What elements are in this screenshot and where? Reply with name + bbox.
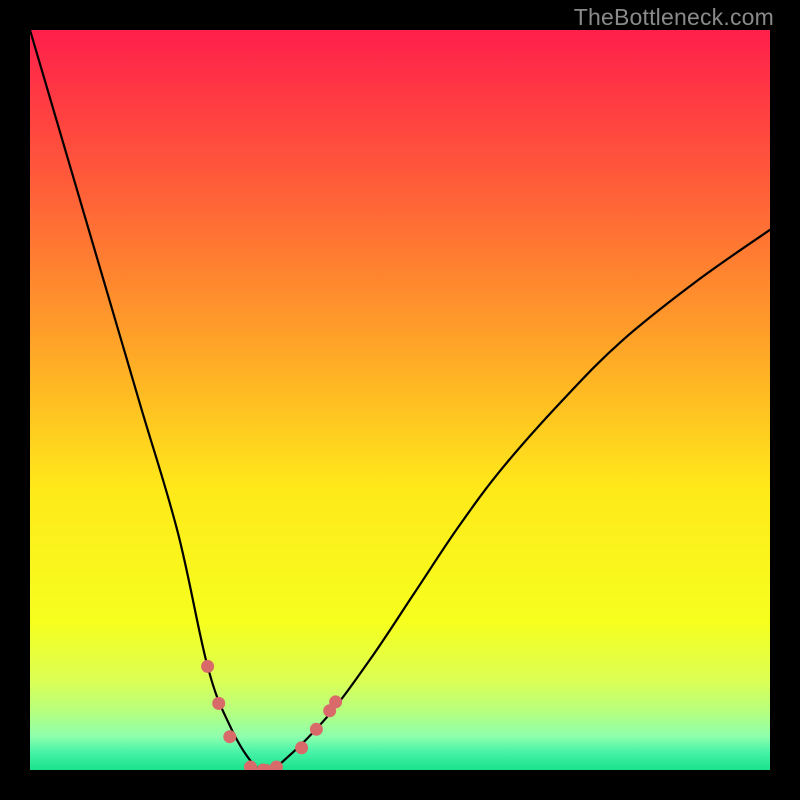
highlight-dot xyxy=(223,730,236,743)
highlight-dots xyxy=(201,660,342,770)
highlight-dot xyxy=(295,741,308,754)
highlight-dot xyxy=(329,695,342,708)
highlight-dot xyxy=(212,697,225,710)
bottleneck-curve xyxy=(30,30,770,770)
highlight-dot xyxy=(201,660,214,673)
chart-frame: TheBottleneck.com xyxy=(0,0,800,800)
highlight-dot xyxy=(244,761,257,770)
curve-layer xyxy=(30,30,770,770)
plot-area xyxy=(30,30,770,770)
watermark-text: TheBottleneck.com xyxy=(574,4,774,31)
highlight-dot xyxy=(310,723,323,736)
